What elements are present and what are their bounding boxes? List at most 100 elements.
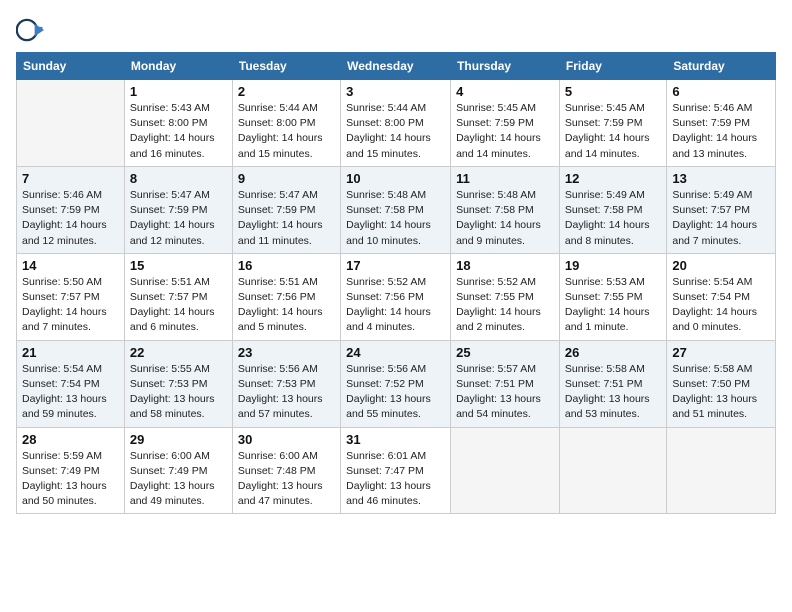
day-info: Sunrise: 5:54 AM Sunset: 7:54 PM Dayligh… <box>672 275 770 336</box>
col-header-tuesday: Tuesday <box>232 53 340 80</box>
day-info: Sunrise: 6:00 AM Sunset: 7:48 PM Dayligh… <box>238 449 335 510</box>
col-header-saturday: Saturday <box>667 53 776 80</box>
day-cell: 14 Sunrise: 5:50 AM Sunset: 7:57 PM Dayli… <box>17 253 125 340</box>
day-cell: 27 Sunrise: 5:58 AM Sunset: 7:50 PM Dayli… <box>667 340 776 427</box>
day-cell: 22 Sunrise: 5:55 AM Sunset: 7:53 PM Dayli… <box>124 340 232 427</box>
day-cell: 12 Sunrise: 5:49 AM Sunset: 7:58 PM Dayli… <box>559 166 666 253</box>
logo <box>16 16 48 44</box>
day-info: Sunrise: 5:44 AM Sunset: 8:00 PM Dayligh… <box>238 101 335 162</box>
day-number: 15 <box>130 258 227 273</box>
day-cell: 2Sunrise: 5:44 AM Sunset: 8:00 PM Daylig… <box>232 80 340 167</box>
day-number: 26 <box>565 345 661 360</box>
week-row-4: 21 Sunrise: 5:54 AM Sunset: 7:54 PM Dayli… <box>17 340 776 427</box>
day-cell: 5 Sunrise: 5:45 AM Sunset: 7:59 PM Daylig… <box>559 80 666 167</box>
day-cell: 28Sunrise: 5:59 AM Sunset: 7:49 PM Dayli… <box>17 427 125 514</box>
day-info: Sunrise: 5:43 AM Sunset: 8:00 PM Dayligh… <box>130 101 227 162</box>
day-number: 30 <box>238 432 335 447</box>
day-info: Sunrise: 5:49 AM Sunset: 7:58 PM Dayligh… <box>565 188 661 249</box>
day-number: 14 <box>22 258 119 273</box>
day-cell: 10Sunrise: 5:48 AM Sunset: 7:58 PM Dayli… <box>341 166 451 253</box>
col-header-monday: Monday <box>124 53 232 80</box>
day-info: Sunrise: 5:52 AM Sunset: 7:56 PM Dayligh… <box>346 275 445 336</box>
day-cell: 30 Sunrise: 6:00 AM Sunset: 7:48 PM Dayli… <box>232 427 340 514</box>
col-header-sunday: Sunday <box>17 53 125 80</box>
day-info: Sunrise: 5:56 AM Sunset: 7:52 PM Dayligh… <box>346 362 445 423</box>
day-cell: 21 Sunrise: 5:54 AM Sunset: 7:54 PM Dayli… <box>17 340 125 427</box>
day-info: Sunrise: 5:57 AM Sunset: 7:51 PM Dayligh… <box>456 362 554 423</box>
day-number: 9 <box>238 171 335 186</box>
day-number: 25 <box>456 345 554 360</box>
day-info: Sunrise: 5:44 AM Sunset: 8:00 PM Dayligh… <box>346 101 445 162</box>
day-info: Sunrise: 5:45 AM Sunset: 7:59 PM Dayligh… <box>456 101 554 162</box>
calendar-header-row: SundayMondayTuesdayWednesdayThursdayFrid… <box>17 53 776 80</box>
day-number: 22 <box>130 345 227 360</box>
day-info: Sunrise: 5:54 AM Sunset: 7:54 PM Dayligh… <box>22 362 119 423</box>
logo-icon <box>16 16 44 44</box>
day-info: Sunrise: 5:47 AM Sunset: 7:59 PM Dayligh… <box>130 188 227 249</box>
day-number: 31 <box>346 432 445 447</box>
day-number: 3 <box>346 84 445 99</box>
day-info: Sunrise: 6:01 AM Sunset: 7:47 PM Dayligh… <box>346 449 445 510</box>
day-number: 28 <box>22 432 119 447</box>
day-info: Sunrise: 5:53 AM Sunset: 7:55 PM Dayligh… <box>565 275 661 336</box>
day-cell: 11 Sunrise: 5:48 AM Sunset: 7:58 PM Dayli… <box>451 166 560 253</box>
day-number: 6 <box>672 84 770 99</box>
page-header <box>16 16 776 44</box>
day-number: 1 <box>130 84 227 99</box>
day-cell <box>451 427 560 514</box>
day-number: 4 <box>456 84 554 99</box>
day-number: 29 <box>130 432 227 447</box>
day-number: 11 <box>456 171 554 186</box>
day-info: Sunrise: 5:48 AM Sunset: 7:58 PM Dayligh… <box>346 188 445 249</box>
day-cell: 15 Sunrise: 5:51 AM Sunset: 7:57 PM Dayli… <box>124 253 232 340</box>
day-info: Sunrise: 5:49 AM Sunset: 7:57 PM Dayligh… <box>672 188 770 249</box>
day-cell: 18 Sunrise: 5:52 AM Sunset: 7:55 PM Dayli… <box>451 253 560 340</box>
day-cell: 16 Sunrise: 5:51 AM Sunset: 7:56 PM Dayli… <box>232 253 340 340</box>
day-info: Sunrise: 5:47 AM Sunset: 7:59 PM Dayligh… <box>238 188 335 249</box>
day-info: Sunrise: 5:46 AM Sunset: 7:59 PM Dayligh… <box>22 188 119 249</box>
day-number: 27 <box>672 345 770 360</box>
day-number: 19 <box>565 258 661 273</box>
day-cell: 1 Sunrise: 5:43 AM Sunset: 8:00 PM Daylig… <box>124 80 232 167</box>
col-header-friday: Friday <box>559 53 666 80</box>
day-cell <box>667 427 776 514</box>
day-cell: 25 Sunrise: 5:57 AM Sunset: 7:51 PM Dayli… <box>451 340 560 427</box>
week-row-1: 1 Sunrise: 5:43 AM Sunset: 8:00 PM Daylig… <box>17 80 776 167</box>
day-number: 5 <box>565 84 661 99</box>
day-info: Sunrise: 5:51 AM Sunset: 7:57 PM Dayligh… <box>130 275 227 336</box>
day-info: Sunrise: 5:48 AM Sunset: 7:58 PM Dayligh… <box>456 188 554 249</box>
week-row-5: 28Sunrise: 5:59 AM Sunset: 7:49 PM Dayli… <box>17 427 776 514</box>
day-number: 8 <box>130 171 227 186</box>
day-cell: 24 Sunrise: 5:56 AM Sunset: 7:52 PM Dayli… <box>341 340 451 427</box>
day-cell: 8 Sunrise: 5:47 AM Sunset: 7:59 PM Daylig… <box>124 166 232 253</box>
day-cell <box>559 427 666 514</box>
day-number: 13 <box>672 171 770 186</box>
week-row-3: 14 Sunrise: 5:50 AM Sunset: 7:57 PM Dayli… <box>17 253 776 340</box>
day-number: 18 <box>456 258 554 273</box>
col-header-thursday: Thursday <box>451 53 560 80</box>
day-info: Sunrise: 5:56 AM Sunset: 7:53 PM Dayligh… <box>238 362 335 423</box>
day-cell <box>17 80 125 167</box>
day-cell: 31 Sunrise: 6:01 AM Sunset: 7:47 PM Dayli… <box>341 427 451 514</box>
day-cell: 29 Sunrise: 6:00 AM Sunset: 7:49 PM Dayli… <box>124 427 232 514</box>
calendar-table: SundayMondayTuesdayWednesdayThursdayFrid… <box>16 52 776 514</box>
day-info: Sunrise: 5:52 AM Sunset: 7:55 PM Dayligh… <box>456 275 554 336</box>
day-number: 24 <box>346 345 445 360</box>
day-info: Sunrise: 5:51 AM Sunset: 7:56 PM Dayligh… <box>238 275 335 336</box>
col-header-wednesday: Wednesday <box>341 53 451 80</box>
day-info: Sunrise: 5:50 AM Sunset: 7:57 PM Dayligh… <box>22 275 119 336</box>
day-number: 12 <box>565 171 661 186</box>
day-info: Sunrise: 5:58 AM Sunset: 7:50 PM Dayligh… <box>672 362 770 423</box>
day-cell: 3 Sunrise: 5:44 AM Sunset: 8:00 PM Daylig… <box>341 80 451 167</box>
day-number: 16 <box>238 258 335 273</box>
day-cell: 6Sunrise: 5:46 AM Sunset: 7:59 PM Daylig… <box>667 80 776 167</box>
day-info: Sunrise: 5:45 AM Sunset: 7:59 PM Dayligh… <box>565 101 661 162</box>
day-cell: 4 Sunrise: 5:45 AM Sunset: 7:59 PM Daylig… <box>451 80 560 167</box>
day-number: 21 <box>22 345 119 360</box>
day-cell: 17Sunrise: 5:52 AM Sunset: 7:56 PM Dayli… <box>341 253 451 340</box>
day-cell: 23Sunrise: 5:56 AM Sunset: 7:53 PM Dayli… <box>232 340 340 427</box>
day-cell: 19 Sunrise: 5:53 AM Sunset: 7:55 PM Dayli… <box>559 253 666 340</box>
day-info: Sunrise: 5:55 AM Sunset: 7:53 PM Dayligh… <box>130 362 227 423</box>
day-info: Sunrise: 6:00 AM Sunset: 7:49 PM Dayligh… <box>130 449 227 510</box>
day-cell: 9 Sunrise: 5:47 AM Sunset: 7:59 PM Daylig… <box>232 166 340 253</box>
